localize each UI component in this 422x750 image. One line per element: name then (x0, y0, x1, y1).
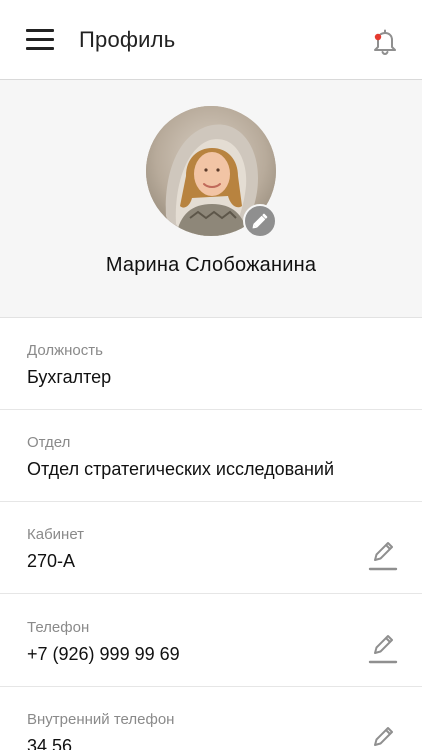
pencil-icon (252, 213, 268, 229)
avatar-edit-button[interactable] (243, 204, 277, 238)
edit-internal-phone-button[interactable] (366, 721, 398, 750)
menu-line (26, 29, 54, 32)
field-label: Внутренний телефон (27, 711, 175, 728)
profile-name: Марина Слобожанина (105, 254, 317, 276)
field-value: Отдел стратегических исследований (27, 459, 335, 479)
notification-dot (374, 33, 382, 41)
field-value: 270-А (27, 551, 76, 571)
field-phone: Телефон +7 (926) 999 99 69 (0, 595, 422, 687)
field-value: +7 (926) 999 99 69 (27, 644, 180, 664)
page-title: Профиль (79, 27, 176, 52)
field-value: Бухгалтер (27, 367, 112, 387)
hamburger-menu-icon[interactable] (26, 28, 54, 52)
field-position: Должность Бухгалтер (0, 318, 422, 410)
menu-line (26, 38, 54, 41)
field-internal-phone: Внутренний телефон 34 56 (0, 687, 422, 750)
field-department: Отдел Отдел стратегических исследований (0, 410, 422, 502)
top-app-bar: Профиль (0, 0, 422, 80)
pencil-icon (368, 635, 398, 664)
bell-icon-svg (374, 29, 396, 56)
edit-office-button[interactable] (366, 536, 398, 572)
edit-phone-button[interactable] (366, 629, 398, 665)
bell-icon[interactable] (370, 26, 400, 56)
profile-header: Марина Слобожанина (0, 80, 422, 318)
profile-screen: Профиль Марина Слобожанина Должность Бух… (0, 0, 422, 750)
field-label: Должность (27, 342, 103, 359)
pencil-icon (368, 542, 398, 571)
menu-line (26, 47, 54, 50)
field-label: Отдел (27, 434, 71, 451)
field-label: Телефон (27, 619, 90, 636)
field-label: Кабинет (27, 526, 85, 543)
field-value: 34 56 (27, 736, 73, 750)
pencil-icon (374, 727, 393, 746)
field-office: Кабинет 270-А (0, 502, 422, 594)
